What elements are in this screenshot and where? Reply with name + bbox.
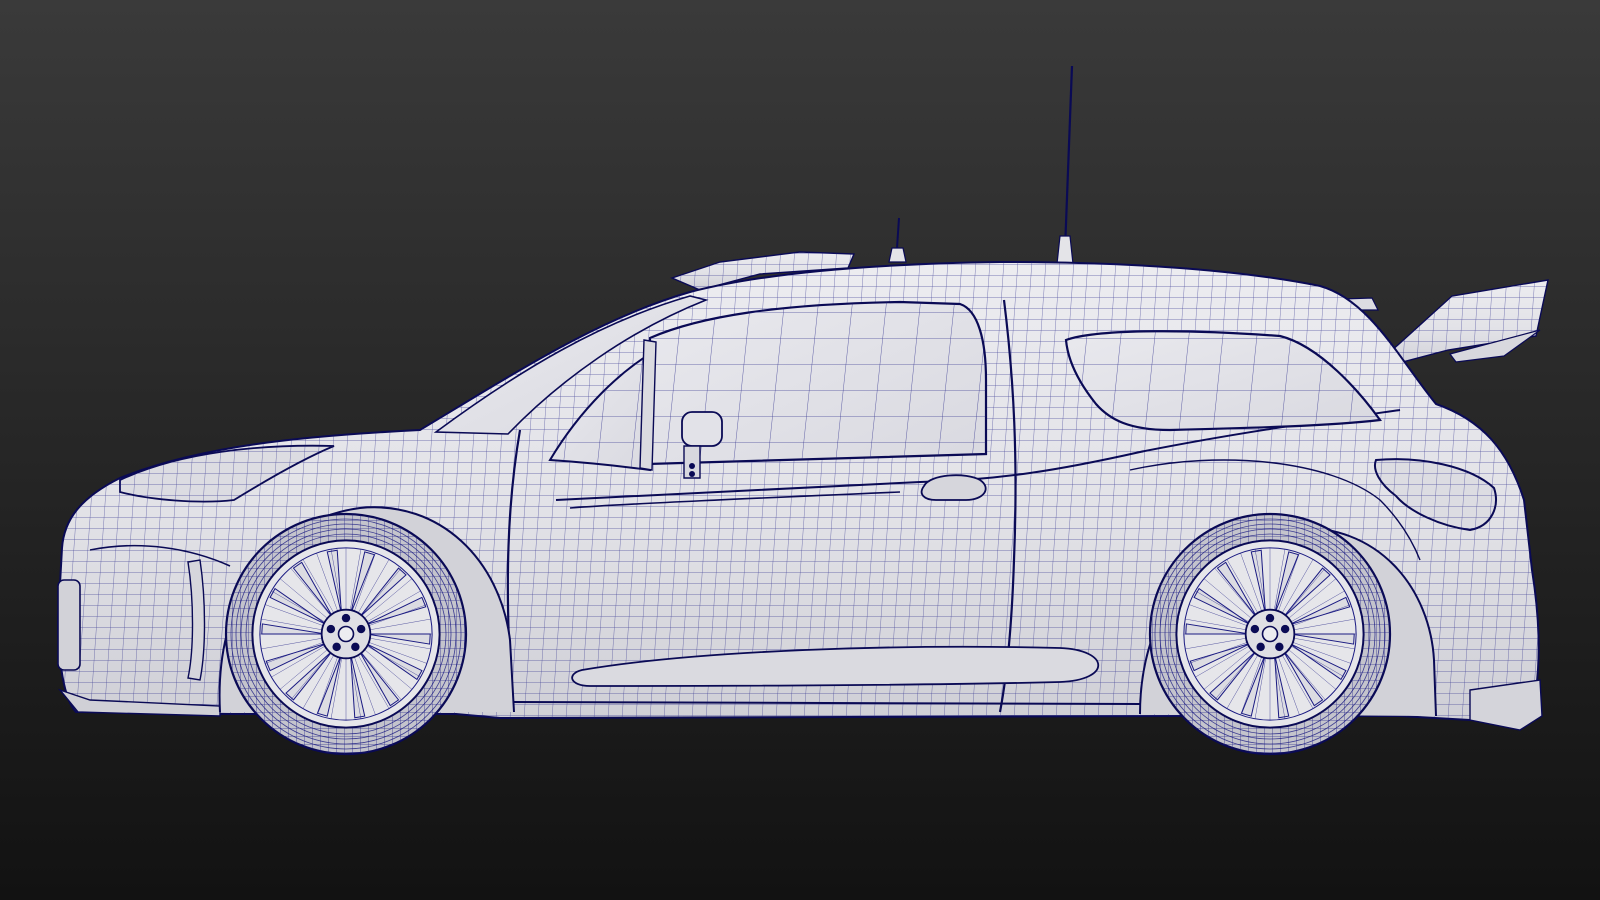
lug-nut bbox=[356, 624, 366, 634]
antenna-base bbox=[1056, 235, 1074, 265]
lug-nut bbox=[341, 613, 351, 623]
lug-nut bbox=[1275, 642, 1284, 652]
front-wheel bbox=[224, 512, 468, 756]
lug-nut bbox=[1280, 624, 1290, 634]
lug-nut bbox=[1256, 642, 1265, 652]
viewport-canvas[interactable] bbox=[0, 0, 1600, 900]
rear-wheel bbox=[1148, 512, 1392, 756]
lug-nut bbox=[332, 642, 341, 652]
door-handle bbox=[920, 474, 987, 501]
side-mirror bbox=[681, 411, 723, 447]
lug-nut bbox=[1265, 613, 1275, 623]
lug-nut bbox=[326, 624, 336, 634]
3d-viewport[interactable] bbox=[0, 0, 1600, 900]
short-antenna-base bbox=[888, 247, 907, 263]
lug-nut bbox=[1250, 624, 1260, 634]
front-grille bbox=[57, 579, 81, 671]
lug-nut bbox=[351, 642, 360, 652]
